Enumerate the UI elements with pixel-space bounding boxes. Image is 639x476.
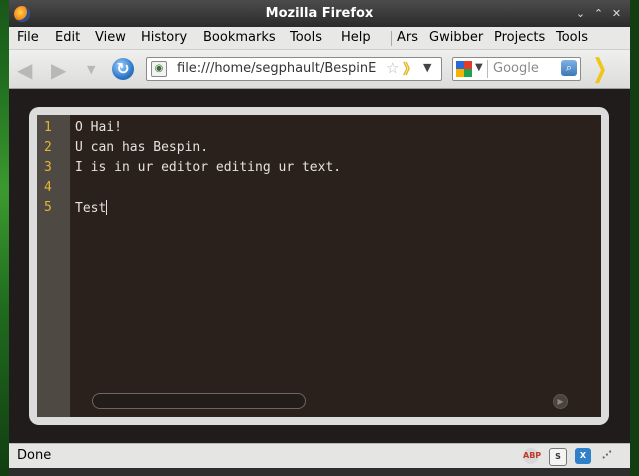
menu-history[interactable]: History bbox=[141, 30, 187, 45]
menu-ars[interactable]: Ars bbox=[397, 30, 418, 45]
url-dropdown-icon[interactable]: ▼ bbox=[423, 61, 431, 74]
menu-gwibber[interactable]: Gwibber bbox=[429, 30, 483, 45]
abp-icon[interactable]: ABP bbox=[523, 448, 541, 464]
menu-view[interactable]: View bbox=[95, 30, 126, 45]
code-line[interactable]: O Hai! bbox=[75, 120, 122, 135]
status-bar: Done ABP S X ⋰ bbox=[9, 443, 630, 469]
xmarks-icon[interactable]: X bbox=[575, 448, 591, 464]
menu-separator bbox=[391, 31, 392, 46]
menu-help[interactable]: Help bbox=[341, 30, 371, 45]
google-engine-icon[interactable] bbox=[456, 61, 472, 77]
forward-arrow-icon[interactable]: ▶ bbox=[51, 58, 66, 82]
toolbar-overflow-chevron-icon[interactable]: ❯ bbox=[592, 54, 607, 84]
line-number: 5 bbox=[44, 200, 52, 215]
status-text: Done bbox=[17, 448, 52, 463]
bespin-editor-frame: 1 2 3 4 5 O Hai! U can has Bespin. I is … bbox=[29, 107, 609, 425]
code-line-current[interactable]: Test bbox=[75, 200, 108, 216]
window-title: Mozilla Firefox bbox=[265, 6, 374, 21]
maximize-button[interactable]: ⌃ bbox=[591, 7, 606, 21]
close-button[interactable]: ✕ bbox=[609, 7, 624, 21]
menu-bookmarks[interactable]: Bookmarks bbox=[203, 30, 276, 45]
code-line-text: Test bbox=[75, 201, 107, 216]
code-line[interactable]: I is in ur editor editing ur text. bbox=[75, 160, 341, 175]
menu-projects[interactable]: Projects bbox=[494, 30, 545, 45]
back-arrow-icon[interactable]: ◀ bbox=[17, 58, 32, 82]
url-input[interactable]: file:///home/segphault/BespinE bbox=[177, 61, 387, 76]
browser-window: Mozilla Firefox ⌄ ⌃ ✕ File Edit View His… bbox=[9, 0, 630, 476]
menu-edit[interactable]: Edit bbox=[55, 30, 80, 45]
bookmark-star-icon[interactable]: ☆ bbox=[386, 59, 399, 77]
line-number: 3 bbox=[44, 160, 52, 175]
history-dropdown-icon[interactable]: ▼ bbox=[87, 63, 95, 76]
code-line[interactable]: U can has Bespin. bbox=[75, 140, 208, 155]
search-input[interactable]: Google bbox=[493, 61, 539, 76]
search-icon[interactable]: ⌕ bbox=[561, 60, 577, 76]
menu-tools-2[interactable]: Tools bbox=[556, 30, 588, 45]
minimize-button[interactable]: ⌄ bbox=[573, 7, 588, 21]
navigation-toolbar: ◀ ▶ ▼ ↻ ◉ file:///home/segphault/BespinE… bbox=[9, 50, 630, 89]
menu-tools[interactable]: Tools bbox=[290, 30, 322, 45]
text-caret bbox=[106, 200, 108, 215]
search-bar[interactable]: ▼ Google ⌕ bbox=[452, 57, 581, 81]
play-icon[interactable]: ▶ bbox=[553, 394, 568, 409]
line-number: 1 bbox=[44, 120, 52, 135]
url-bar[interactable]: ◉ file:///home/segphault/BespinE ☆ 》 ▼ bbox=[146, 57, 442, 81]
engine-dropdown-icon[interactable]: ▼ bbox=[475, 62, 483, 73]
site-identity-icon[interactable]: ◉ bbox=[151, 61, 167, 77]
go-icon[interactable]: 》 bbox=[403, 59, 417, 79]
reload-icon[interactable]: ↻ bbox=[112, 58, 134, 80]
menu-bar: File Edit View History Bookmarks Tools H… bbox=[9, 27, 630, 50]
line-number: 2 bbox=[44, 140, 52, 155]
title-bar: Mozilla Firefox ⌄ ⌃ ✕ bbox=[9, 0, 630, 27]
resize-grip-icon[interactable]: ⋰ bbox=[599, 448, 615, 464]
page-content: 1 2 3 4 5 O Hai! U can has Bespin. I is … bbox=[9, 89, 630, 443]
extension-icon[interactable]: S bbox=[549, 448, 567, 466]
horizontal-scrollbar[interactable] bbox=[92, 393, 306, 409]
bespin-editor[interactable]: 1 2 3 4 5 O Hai! U can has Bespin. I is … bbox=[37, 115, 601, 417]
menu-file[interactable]: File bbox=[17, 30, 39, 45]
line-number-gutter: 1 2 3 4 5 bbox=[37, 115, 70, 417]
line-number: 4 bbox=[44, 180, 52, 195]
window-bottom-border bbox=[9, 468, 630, 476]
